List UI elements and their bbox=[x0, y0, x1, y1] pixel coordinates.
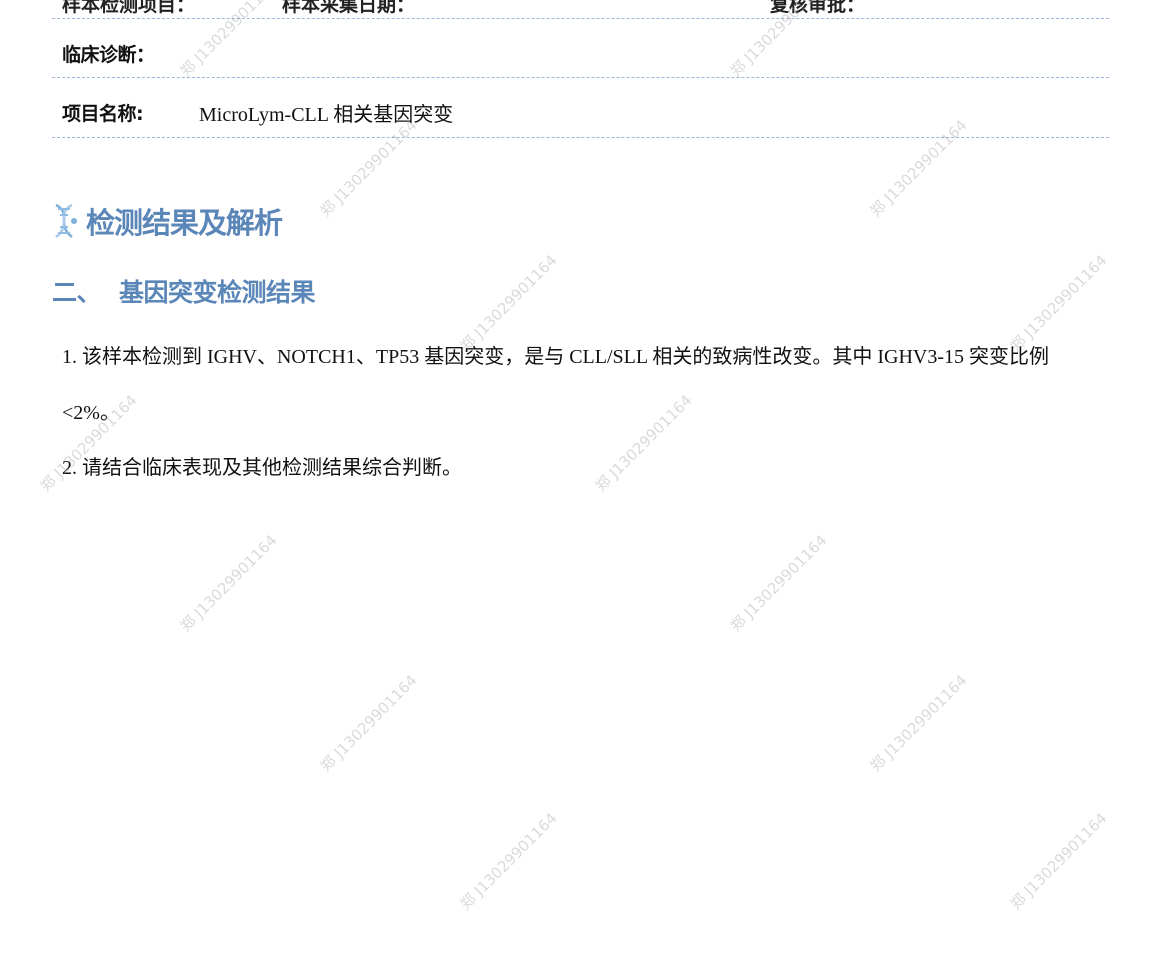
section-heading: 检测结果及解析 bbox=[52, 199, 283, 243]
dna-icon bbox=[55, 203, 77, 238]
watermark-text: 郑 J13029901164 bbox=[456, 809, 561, 914]
review-label: 复核审批： bbox=[770, 0, 866, 16]
project-name-label: 项目名称: bbox=[62, 103, 144, 125]
subsection-title: 二、 基因突变检测结果 bbox=[52, 273, 316, 309]
watermark-text: 郑 J13029901164 bbox=[726, 531, 831, 636]
watermark-text: 郑 J13029901164 bbox=[1006, 809, 1111, 914]
watermark-text: 郑 J13029901164 bbox=[866, 671, 971, 776]
result-item-1: 1. 该样本检测到 IGHV、NOTCH1、TP53 基因突变，是与 CLL/S… bbox=[62, 346, 1050, 424]
subsection-text: 基因突变检测结果 bbox=[119, 278, 316, 307]
project-name-value: MicroLym-CLL 相关基因突变 bbox=[199, 104, 454, 126]
subsection-number: 二、 bbox=[52, 278, 102, 307]
info-row-project-name: 项目名称: MicroLym-CLL 相关基因突变 bbox=[52, 78, 1109, 138]
sample-info-label: 样本检测项目： bbox=[62, 0, 196, 16]
result-item-2: 2. 请结合临床表现及其他检测结果综合判断。 bbox=[62, 457, 462, 479]
watermark-text: 郑 J13029901164 bbox=[316, 671, 421, 776]
section-title: 检测结果及解析 bbox=[86, 206, 283, 240]
clinical-diagnosis-label: 临床诊断： bbox=[62, 44, 155, 66]
info-row-top: 样本检测项目： 样本采集日期： 复核审批： bbox=[52, 0, 1109, 19]
watermark-text: 郑 J13029901164 bbox=[176, 531, 281, 636]
report-page: 样本检测项目： 样本采集日期： 复核审批： 临床诊断： 项目名称: MicroL… bbox=[0, 0, 1166, 953]
info-row-clinical-diagnosis: 临床诊断： bbox=[52, 19, 1109, 78]
sample-date-label: 样本采集日期： bbox=[282, 0, 416, 16]
